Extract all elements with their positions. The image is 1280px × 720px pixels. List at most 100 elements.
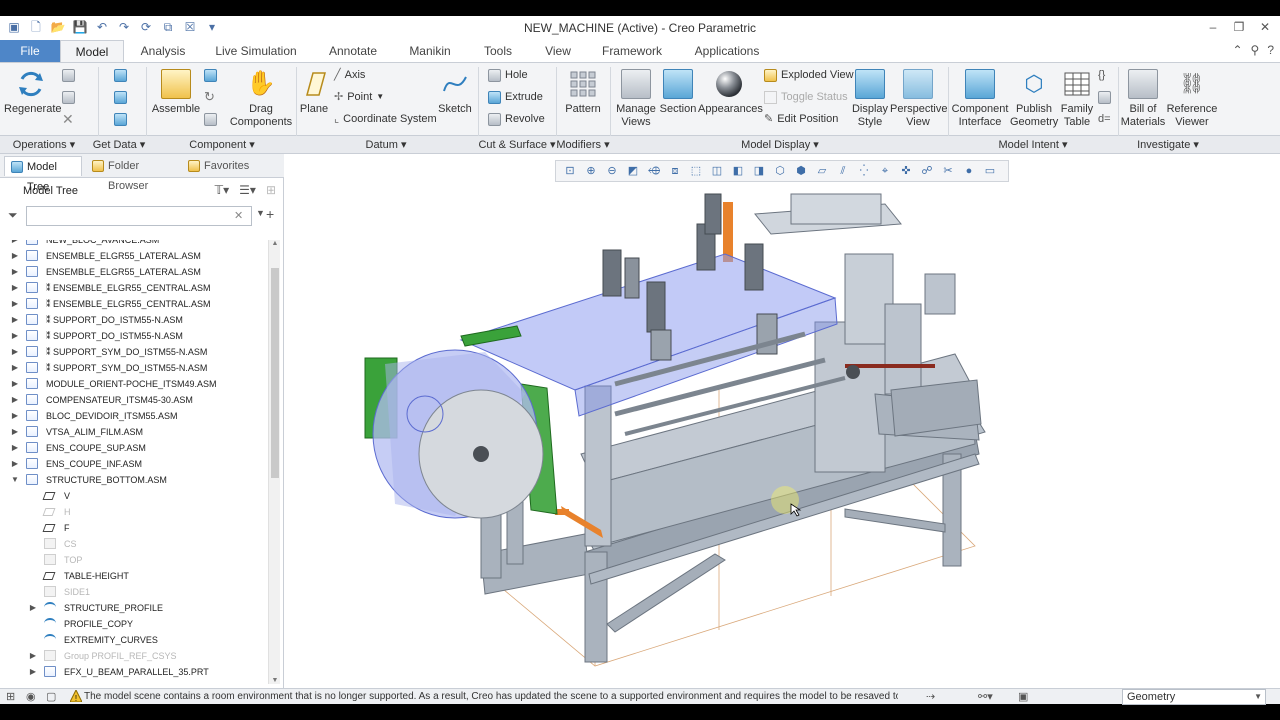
expand-chevron-icon[interactable]: ▶ <box>10 240 20 248</box>
tree-row[interactable]: ▼ STRUCTURE_BOTTOM.ASM <box>0 472 268 488</box>
tree-row[interactable]: ▶ EFX_U_BEAM_PARALLEL_35.PRT <box>0 664 268 680</box>
group-component[interactable]: Component ▾ <box>150 136 294 154</box>
revolve-button[interactable]: Revolve <box>488 111 545 127</box>
pattern-button[interactable]: Pattern <box>560 69 606 116</box>
tree-settings-icon[interactable]: 𝕋▾ <box>215 183 230 197</box>
repeat-button[interactable]: ↻ <box>204 89 215 105</box>
add-filter-icon[interactable]: + <box>266 206 274 222</box>
tree-row[interactable]: ▶ Group PROFIL_REF_CSYS <box>0 648 268 664</box>
scroll-up-icon[interactable]: ▲ <box>269 240 281 247</box>
expand-chevron-icon[interactable]: ▶ <box>10 280 20 296</box>
plane-button[interactable]: Plane <box>298 69 330 116</box>
expand-chevron-icon[interactable]: ▶ <box>10 328 20 344</box>
group-operations[interactable]: Operations ▾ <box>4 136 84 154</box>
toggle-status-button[interactable]: Toggle Status <box>764 89 848 105</box>
filter-funnel-icon[interactable]: ⏷ <box>8 208 18 223</box>
tree-row[interactable]: ▶ COMPENSATEUR_ITSM45-30.ASM <box>0 392 268 408</box>
expand-chevron-icon[interactable]: ▶ <box>28 648 38 664</box>
tab-favorites[interactable]: Favorites <box>182 156 254 176</box>
tree-columns-icon[interactable]: ☰▾ <box>239 183 256 197</box>
tree-row[interactable]: ▶ BLOC_DEVIDOIR_ITSM55.ASM <box>0 408 268 424</box>
section-view-icon[interactable]: ◧ <box>730 163 746 179</box>
delete-button[interactable]: ✕ <box>62 111 74 127</box>
edit-position-button[interactable]: ✎ Edit Position <box>764 111 838 127</box>
annotation-display-icon[interactable]: ⬢ <box>793 163 809 179</box>
tab-tools[interactable]: Tools <box>470 40 526 62</box>
tree-row[interactable]: ▶ MODULE_ORIENT-POCHE_ITSM49.ASM <box>0 376 268 392</box>
group-datum[interactable]: Datum ▾ <box>296 136 476 154</box>
tree-row[interactable]: TOP <box>0 552 268 568</box>
expand-chevron-icon[interactable]: ▶ <box>10 312 20 328</box>
datum-display-icon[interactable]: ⬡ <box>772 163 788 179</box>
expand-chevron-icon[interactable]: ▶ <box>10 360 20 376</box>
hole-button[interactable]: Hole <box>488 67 528 83</box>
component-interface-button[interactable]: Component Interface <box>950 69 1010 129</box>
group-get-data[interactable]: Get Data ▾ <box>88 136 150 154</box>
search-icon[interactable]: ⚲ <box>1251 43 1260 57</box>
tree-row[interactable]: PROFILE_COPY <box>0 616 268 632</box>
expand-chevron-icon[interactable]: ▶ <box>10 264 20 280</box>
repaint-icon[interactable]: ◩ <box>625 163 641 179</box>
selection-mode-icon[interactable]: ▣ <box>1018 690 1028 703</box>
perspective-view-button[interactable]: Perspective View <box>890 69 947 129</box>
grid-toggle-icon[interactable]: ⊞ <box>6 690 15 703</box>
expand-chevron-icon[interactable]: ▶ <box>10 248 20 264</box>
expand-chevron-icon[interactable]: ▶ <box>10 424 20 440</box>
expand-chevron-icon[interactable]: ▶ <box>10 408 20 424</box>
regenerate-status-icon[interactable]: ⇢ <box>926 690 935 703</box>
bill-of-materials-button[interactable]: Bill of Materials <box>1118 69 1168 129</box>
tree-row[interactable]: ▶ ⁑ SUPPORT_DO_ISTM55-N.ASM <box>0 328 268 344</box>
point-display-icon[interactable]: ⁛ <box>856 163 872 179</box>
expand-chevron-icon[interactable]: ▶ <box>10 456 20 472</box>
scrollbar-thumb[interactable] <box>271 268 279 478</box>
tab-model-tree[interactable]: Model Tree <box>4 156 82 193</box>
minimize-button[interactable]: – <box>1202 18 1224 36</box>
full-screen-icon[interactable]: ▢ <box>46 690 56 703</box>
user-defined-feature-button[interactable] <box>114 67 127 83</box>
tab-analysis[interactable]: Analysis <box>128 40 198 62</box>
tree-row[interactable]: ▶ ENSEMBLE_ELGR55_LATERAL.ASM <box>0 248 268 264</box>
find-icon[interactable]: ⚯▾ <box>978 690 993 703</box>
group-model-intent[interactable]: Model Intent ▾ <box>950 136 1116 154</box>
tab-folder-browser[interactable]: Folder Browser <box>86 156 178 192</box>
model-viewport[interactable] <box>285 154 1280 688</box>
section-button[interactable]: Section <box>658 69 698 116</box>
refit-icon[interactable]: ⊡ <box>562 163 578 179</box>
maximize-button[interactable]: ❐ <box>1228 18 1250 36</box>
display-style-icon[interactable]: ◨ <box>751 163 767 179</box>
regenerate-button[interactable]: Regenerate <box>4 69 62 116</box>
group-model-display[interactable]: Model Display ▾ <box>612 136 948 154</box>
manage-views-button[interactable]: Manage Views <box>614 69 658 129</box>
search-options-chevron-icon[interactable]: ▼ <box>256 208 265 218</box>
copy-button[interactable] <box>62 67 75 83</box>
expand-chevron-icon[interactable]: ▶ <box>28 664 38 680</box>
tree-row[interactable]: ▶ ENS_COUPE_INF.ASM <box>0 456 268 472</box>
sketch-button[interactable]: Sketch <box>438 69 472 116</box>
tab-live-simulation[interactable]: Live Simulation <box>206 40 306 62</box>
switch-dimensions-button[interactable]: d= <box>1098 111 1111 127</box>
tree-scrollbar[interactable]: ▲ ▼ <box>268 240 280 684</box>
tree-row[interactable]: ▶ NEW_BLOC_AVANCE.ASM <box>0 240 268 248</box>
publish-geometry-button[interactable]: ⬡ Publish Geometry <box>1010 69 1058 129</box>
tree-row[interactable]: ▶ ⁑ SUPPORT_SYM_DO_ISTM55-N.ASM <box>0 360 268 376</box>
tree-row[interactable]: ▶ ⁑ ENSEMBLE_ELGR55_CENTRAL.ASM <box>0 280 268 296</box>
tab-file[interactable]: File <box>0 40 60 62</box>
group-investigate[interactable]: Investigate ▾ <box>1118 136 1218 154</box>
zoom-in-icon[interactable]: ⊕ <box>583 163 599 179</box>
selection-filter-dropdown[interactable]: Geometry ▼ <box>1122 689 1266 705</box>
create-component-button[interactable] <box>204 67 217 83</box>
layers-icon[interactable]: ▭ <box>982 163 998 179</box>
tree-row[interactable]: CS <box>0 536 268 552</box>
assemble-button[interactable]: Assemble <box>150 69 202 116</box>
help-icon[interactable]: ? <box>1267 43 1274 57</box>
extrude-button[interactable]: Extrude <box>488 89 543 105</box>
parameters-button[interactable] <box>1098 89 1111 105</box>
collapse-ribbon-icon[interactable]: ⌃ <box>1232 43 1242 57</box>
tree-row[interactable]: ▶ ENSEMBLE_ELGR55_LATERAL.ASM <box>0 264 268 280</box>
expand-chevron-icon[interactable]: ▶ <box>10 376 20 392</box>
tangent-edges-icon[interactable]: ✂ <box>940 163 956 179</box>
csys-display-icon[interactable]: ⌖ <box>877 163 893 179</box>
graphics-window[interactable]: ⊡ ⊕ ⊖ ◩ ⬲ ⧈ ⬚ ◫ ◧ ◨ ⬡ ⬢ ▱ ⫽ ⁛ ⌖ ✜ ☍ ✂ ● … <box>285 154 1280 688</box>
tab-applications[interactable]: Applications <box>684 40 770 62</box>
coordinate-system-button[interactable]: ⌞ Coordinate System <box>334 111 437 127</box>
